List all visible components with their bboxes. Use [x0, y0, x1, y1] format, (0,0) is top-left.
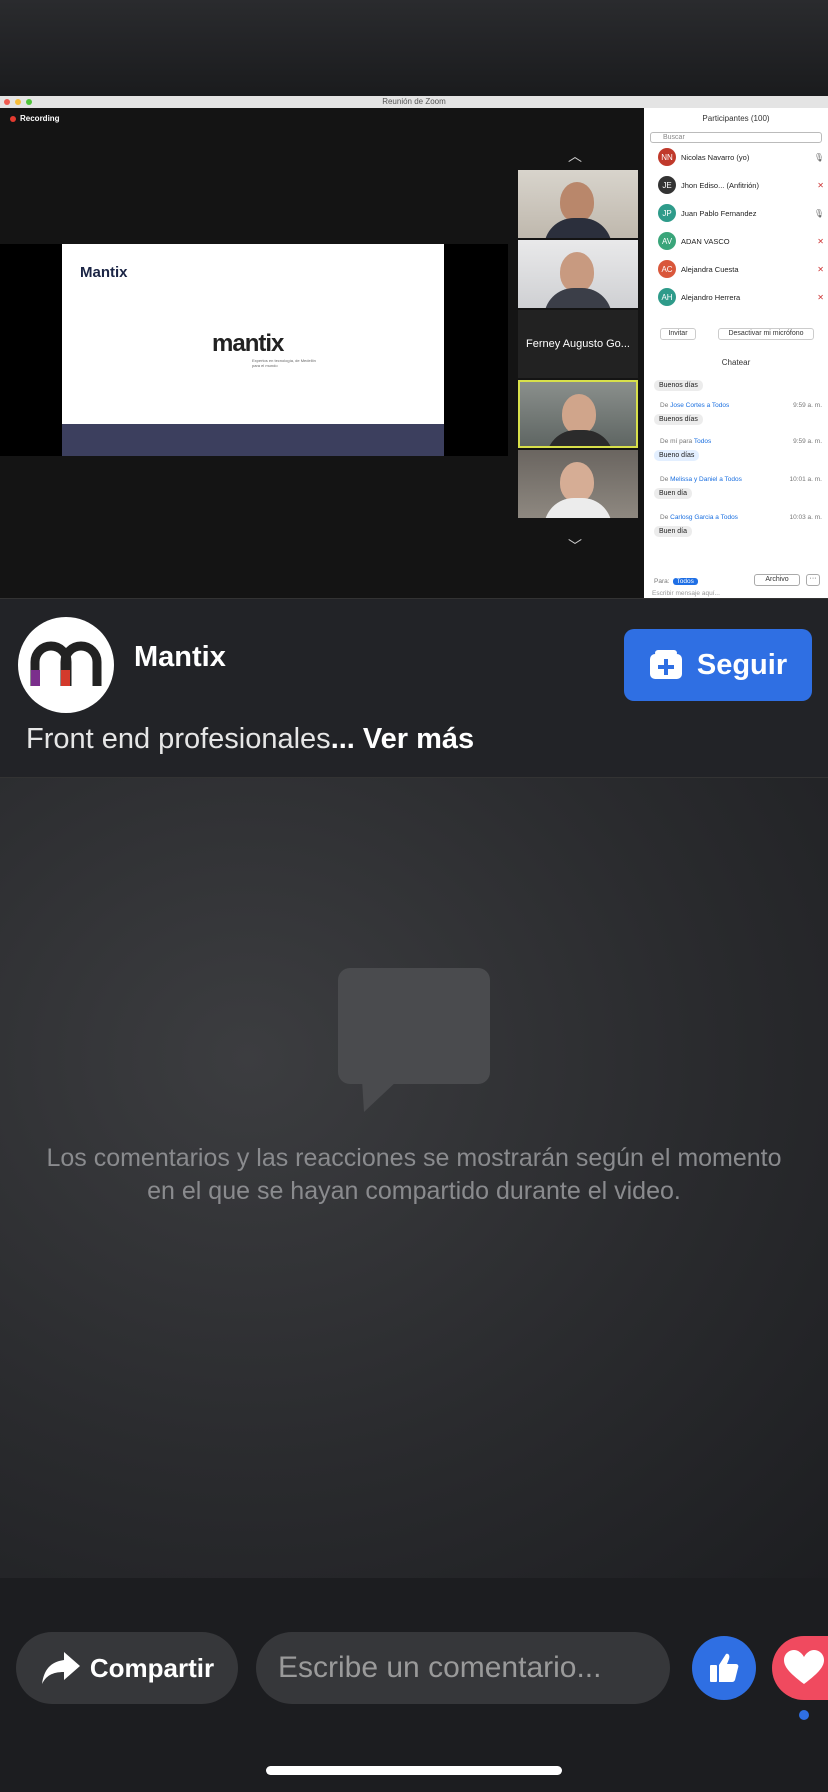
page-avatar[interactable]	[18, 617, 114, 713]
zoom-window: Reunión de Zoom Recording Mantix mantix …	[0, 96, 828, 598]
chat-meta: De Jose Cortes a Todos 9:59 a. m.	[660, 402, 822, 409]
chat-message: Buenos días	[654, 380, 703, 391]
chat-message: Buen día	[654, 488, 693, 499]
participant-name: Juan Pablo Fernandez	[681, 208, 757, 218]
mic-icon: 🎙	[813, 152, 824, 162]
video-tile[interactable]	[518, 240, 638, 308]
participant-avatar: NN	[658, 148, 676, 166]
follow-label: Seguir	[696, 648, 788, 681]
participants-title: Participantes (100)	[702, 114, 770, 123]
video-player[interactable]: Reunión de Zoom Recording Mantix mantix …	[0, 0, 828, 598]
video-tile[interactable]	[518, 450, 638, 518]
home-indicator[interactable]	[266, 1766, 562, 1775]
like-button[interactable]	[692, 1636, 756, 1700]
presentation-slide: Mantix mantix Expertos en tecnología, de…	[62, 244, 444, 456]
mic-muted-icon: ✕	[817, 264, 824, 274]
slide-footer	[62, 424, 444, 456]
participant-avatar: JP	[658, 204, 676, 222]
chat-message: Buenos días	[654, 414, 703, 425]
file-button[interactable]: Archivo	[754, 574, 800, 586]
participant-avatar: JE	[658, 176, 676, 194]
participant-avatar: AC	[658, 260, 676, 278]
participant-row[interactable]: NN Nicolas Navarro (yo) 🎙	[658, 148, 824, 166]
comments-area: Los comentarios y las reacciones se most…	[0, 778, 828, 1578]
participant-row[interactable]: AH Alejandro Herrera ✕	[658, 288, 824, 306]
mic-muted-icon: ✕	[817, 180, 824, 190]
comment-bubble-icon	[338, 968, 490, 1112]
participants-panel: Participantes (100) Buscar NN Nicolas Na…	[644, 108, 828, 598]
empty-comments-message: Los comentarios y las reacciones se most…	[46, 1144, 782, 1205]
slide-logo: mantix	[212, 330, 284, 357]
chat-message: Bueno días	[654, 450, 700, 461]
record-dot-icon	[10, 115, 16, 122]
zoom-dot-icon	[26, 99, 32, 105]
participant-row[interactable]: JP Juan Pablo Fernandez 🎙	[658, 204, 824, 222]
chat-title: Chatear	[721, 358, 751, 367]
participant-avatar: AH	[658, 288, 676, 306]
see-more-link[interactable]: ... Ver más	[331, 723, 475, 755]
mic-muted-icon: ✕	[817, 292, 824, 302]
participant-row[interactable]: AV ADAN VASCO ✕	[658, 232, 824, 250]
chat-meta: De Melissa y Daniel a Todos 10:01 a. m.	[660, 476, 822, 483]
follow-plus-icon	[649, 650, 682, 679]
participant-avatar: AV	[658, 232, 676, 250]
love-button[interactable]	[772, 1636, 828, 1700]
recording-label: Recording	[20, 114, 60, 123]
participant-name: ADAN VASCO	[681, 236, 730, 246]
reaction-indicator-dot	[799, 1710, 809, 1720]
heart-icon	[784, 1650, 824, 1684]
chat-message: Buen día	[654, 526, 693, 537]
participant-row[interactable]: JE Jhon Ediso... (Anfitrión) ✕	[658, 176, 824, 194]
page-header: Mantix Seguir Front end profesionales...…	[0, 598, 828, 778]
comment-input[interactable]	[256, 1632, 670, 1704]
chat-recipient[interactable]: Para: Todos	[654, 578, 698, 585]
tile-name: Ferney Augusto Go...	[518, 310, 638, 378]
mic-muted-icon: ✕	[817, 236, 824, 246]
participant-name: Alejandra Cuesta	[681, 264, 739, 274]
share-label: Compartir	[89, 1652, 215, 1683]
chat-meta: De mí para Todos 9:59 a. m.	[660, 438, 822, 445]
video-tile[interactable]	[518, 170, 638, 238]
chevron-up-icon[interactable]: ︿	[568, 146, 582, 166]
participant-row[interactable]: AC Alejandra Cuesta ✕	[658, 260, 824, 278]
more-button[interactable]: ···	[806, 574, 820, 586]
zoom-titlebar: Reunión de Zoom	[0, 96, 828, 108]
video-tile[interactable]: Ferney Augusto Go...	[518, 310, 638, 378]
chat-meta: De Carlosg Garcia a Todos 10:03 a. m.	[660, 514, 822, 521]
share-button[interactable]: Compartir	[16, 1632, 238, 1704]
close-dot-icon	[4, 99, 10, 105]
mantix-logo-icon	[30, 641, 102, 686]
slide-title: Mantix	[80, 264, 128, 281]
description-text: Front end profesionales	[26, 723, 331, 755]
participant-name: Nicolas Navarro (yo)	[681, 152, 750, 162]
participants-search-input[interactable]: Buscar	[650, 132, 822, 143]
follow-button[interactable]: Seguir	[624, 629, 812, 701]
share-arrow-icon	[41, 1652, 80, 1684]
page-name[interactable]: Mantix	[134, 641, 226, 674]
invite-button[interactable]: Invitar	[660, 328, 696, 340]
minimize-dot-icon	[15, 99, 21, 105]
participant-name: Jhon Ediso... (Anfitrión)	[681, 180, 759, 190]
zoom-stage: Recording Mantix mantix Expertos en tecn…	[0, 108, 644, 598]
shared-screen: Mantix mantix Expertos en tecnología, de…	[0, 244, 508, 456]
mic-icon: 🎙	[813, 208, 824, 218]
chevron-down-icon[interactable]: ﹀	[568, 536, 582, 556]
chat-message-input[interactable]: Escribir mensaje aquí...	[652, 590, 720, 597]
mute-me-button[interactable]: Desactivar mi micrófono	[718, 328, 814, 340]
slide-tagline: Expertos en tecnología, de Medellín para…	[252, 358, 316, 368]
page-description: Front end profesionales... Ver más	[26, 723, 474, 756]
participant-name: Alejandro Herrera	[681, 292, 741, 302]
recording-indicator: Recording	[10, 114, 60, 123]
zoom-window-title: Reunión de Zoom	[382, 97, 446, 106]
video-tile-active-speaker[interactable]	[518, 380, 638, 448]
thumbs-up-icon	[710, 1653, 739, 1682]
